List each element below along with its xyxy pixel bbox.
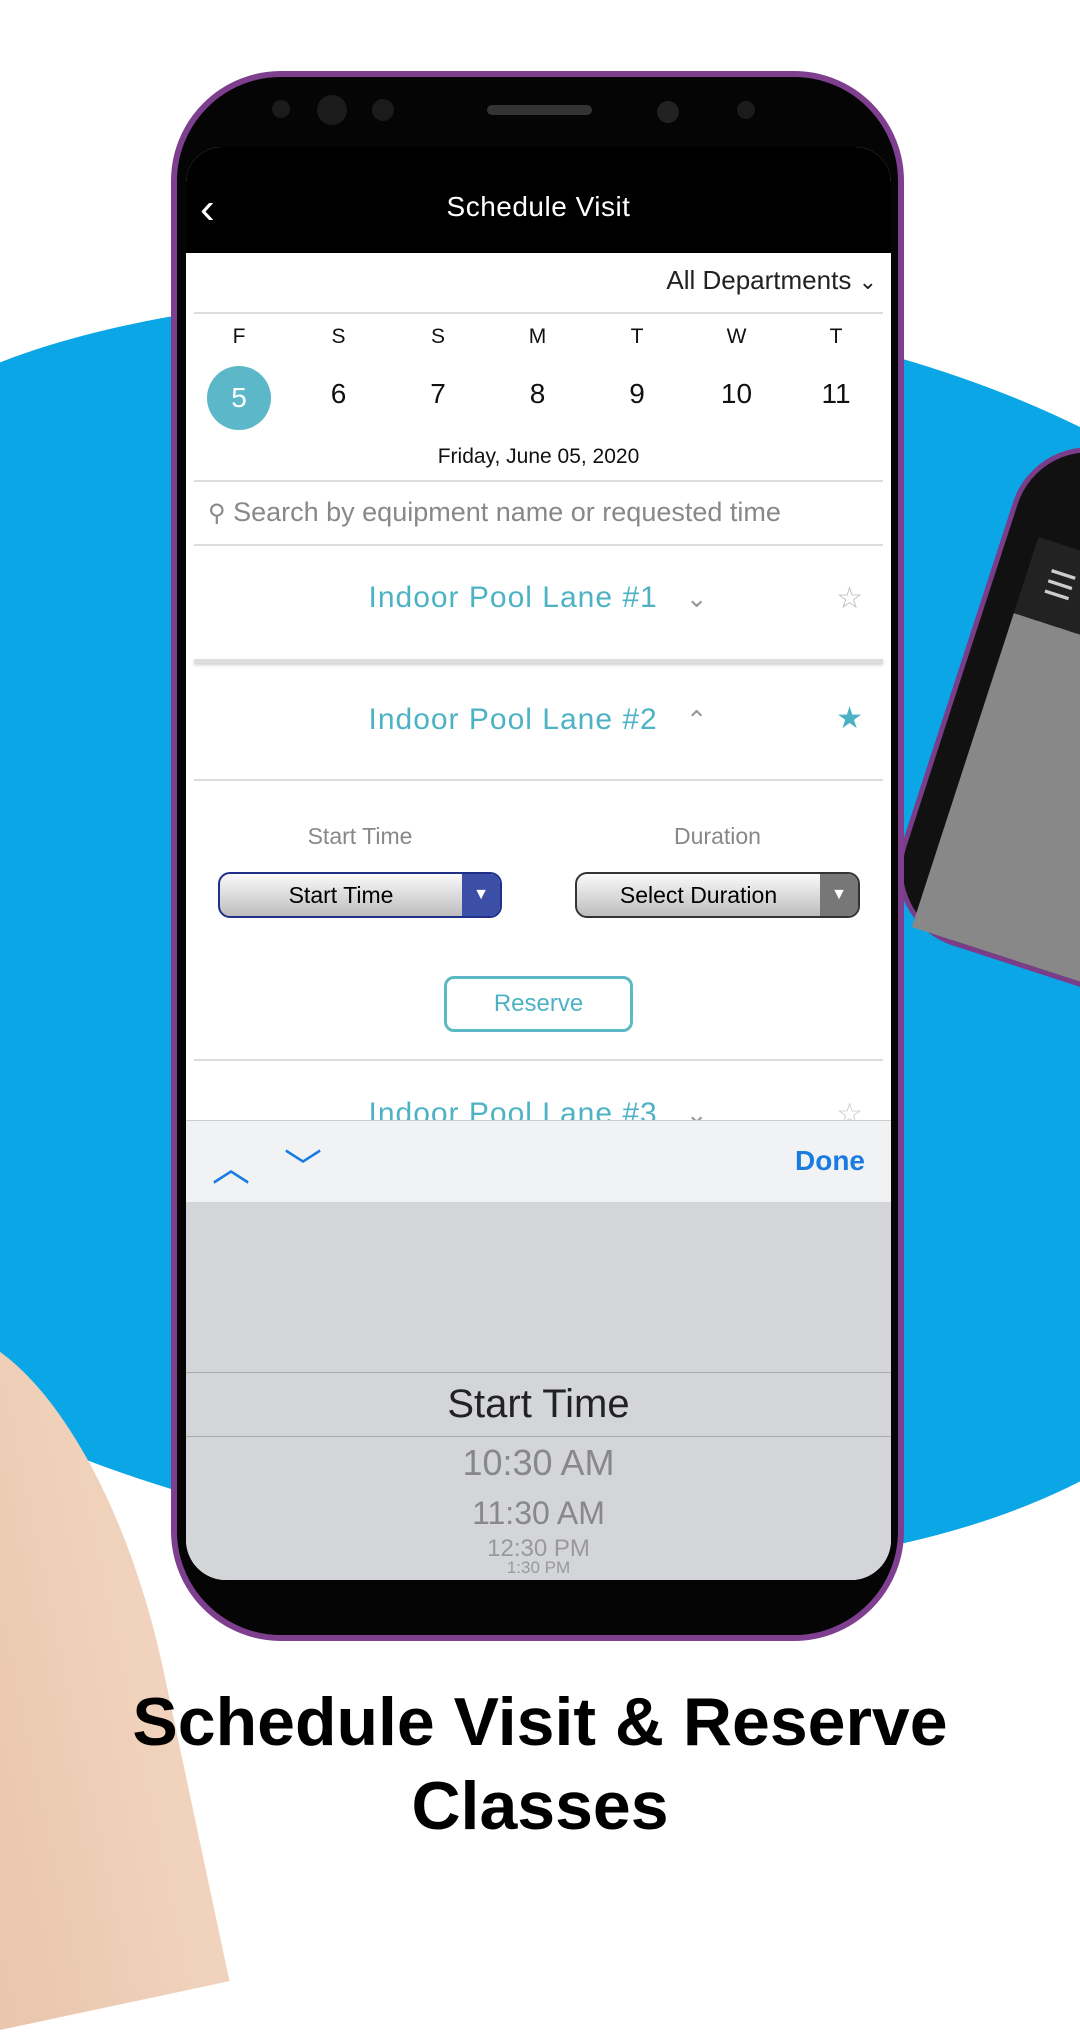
selected-date: Friday, June 05, 2020 [437,445,640,468]
search-icon: ⚲ [208,500,226,527]
picker-selected[interactable]: Start Time [186,1382,891,1426]
start-time-dropdown[interactable]: Start Time ▼ [218,872,502,918]
chevron-down-icon: ⌄ [858,269,877,294]
day-5[interactable]: 5 [207,366,271,430]
chevron-down-icon: ⌄ [685,583,709,613]
lane-name: Indoor Pool Lane #1 [368,581,658,614]
caption-line-2: Classes [411,1768,669,1844]
duration-dropdown[interactable]: Select Duration ▼ [575,872,860,918]
lane-name: Indoor Pool Lane #2 [368,703,658,736]
reserve-button[interactable]: Reserve [444,976,633,1032]
day-7[interactable]: 7 [398,378,478,410]
weekday-label: W [726,325,747,348]
weekday-label: F [232,325,246,348]
nav-bar: ‹ Schedule Visit [186,147,891,253]
weekday-label: S [331,325,346,348]
caption-line-1: Schedule Visit & Reserve [132,1684,948,1760]
triangle-down-icon: ▼ [820,874,858,916]
search-placeholder: Search by equipment name or requested ti… [233,497,781,527]
weekday-label: T [630,325,644,348]
picker-option[interactable]: 11:30 AM [186,1495,891,1531]
duration-value: Select Duration [619,881,778,908]
promo-caption: Schedule Visit & Reserve Classes [0,1680,1080,1848]
day-8[interactable]: 8 [498,378,578,410]
next-field-button[interactable]: ﹀ [284,1137,322,1192]
weekday-label: M [528,325,547,348]
start-time-value: Start Time [288,881,394,908]
department-label: All Departments [666,265,852,295]
picker-option[interactable]: 1:30 PM [186,1558,891,1578]
chevron-up-icon: ⌃ [685,705,709,735]
day-10[interactable]: 10 [697,378,777,410]
triangle-down-icon: ▼ [462,874,500,916]
department-dropdown[interactable]: All Departments ⌄ [666,265,877,296]
previous-field-button[interactable]: ︿ [212,1137,250,1192]
lane-row-2[interactable]: Indoor Pool Lane #2 ⌃ [186,703,891,737]
time-picker[interactable]: Start Time 10:30 AM 11:30 AM 12:30 PM 1:… [186,1202,891,1580]
lane-row-1[interactable]: Indoor Pool Lane #1 ⌄ [186,581,891,615]
weekday-label: S [430,325,445,348]
keyboard-toolbar: ︿ ﹀ Done [186,1120,891,1202]
day-9[interactable]: 9 [597,378,677,410]
app-screen: ‹ Schedule Visit All Departments ⌄ F 5 S 6 S… [186,147,891,1580]
picker-option[interactable]: 10:30 AM [186,1443,891,1483]
start-time-label: Start Time [307,823,413,849]
duration-label: Duration [674,823,761,849]
speaker [487,105,592,115]
star-filled-icon[interactable]: ★ [836,701,863,736]
day-11[interactable]: 11 [796,378,876,410]
weekday-label: T [829,325,843,348]
done-button[interactable]: Done [795,1145,865,1177]
star-outline-icon[interactable]: ☆ [836,581,863,616]
day-6[interactable]: 6 [299,378,379,410]
search-input[interactable]: ⚲ Search by equipment name or requested … [208,497,868,528]
page-title: Schedule Visit [446,191,631,222]
